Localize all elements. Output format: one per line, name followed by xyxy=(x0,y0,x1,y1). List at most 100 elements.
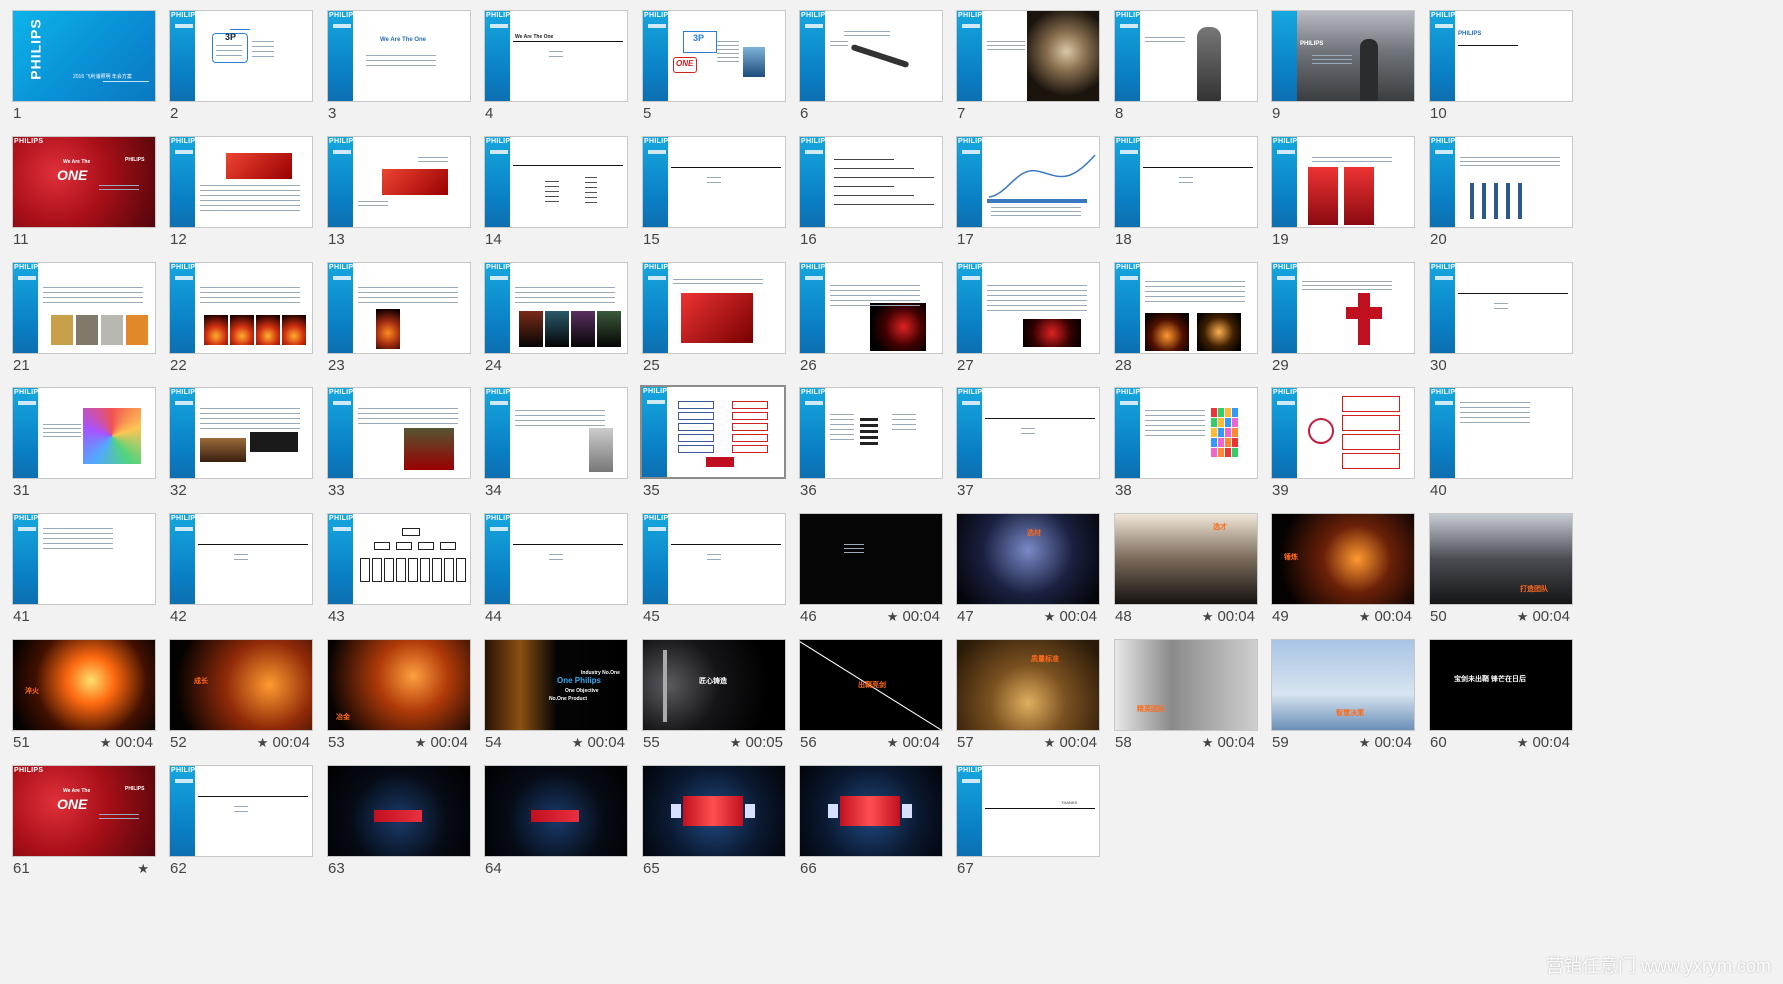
slide-preview[interactable]: PHILIPS 2016 飞利浦照明 年会方案 xyxy=(12,10,156,102)
slide-thumbnail-3[interactable]: PHILIPS We Are The One 3 xyxy=(327,10,471,134)
slide-preview[interactable]: PHILIPS xyxy=(1271,136,1415,228)
slide-preview[interactable]: PHILIPS xyxy=(484,387,628,479)
slide-thumbnail-20[interactable]: PHILIPS 20 xyxy=(1429,136,1573,260)
slide-preview[interactable]: PHILIPS xyxy=(327,136,471,228)
slide-preview[interactable]: 选才 xyxy=(1114,513,1258,605)
slide-thumbnail-59[interactable]: 智慧决策 59 ★ 00:04 xyxy=(1271,639,1415,763)
slide-preview[interactable]: PHILIPS xyxy=(1271,262,1415,354)
slide-preview[interactable]: 淬火 xyxy=(12,639,156,731)
slide-thumbnail-28[interactable]: PHILIPS 28 xyxy=(1114,262,1258,386)
slide-thumbnail-55[interactable]: 匠心铸造 55 ★ 00:05 xyxy=(642,639,786,763)
slide-preview[interactable] xyxy=(799,765,943,857)
slide-thumbnail-10[interactable]: PHILIPS PHILIPS 10 xyxy=(1429,10,1573,134)
slide-thumbnail-56[interactable]: 出鞘亮剑 56 ★ 00:04 xyxy=(799,639,943,763)
slide-thumbnail-40[interactable]: PHILIPS 40 xyxy=(1429,387,1573,511)
slide-thumbnail-30[interactable]: PHILIPS 30 xyxy=(1429,262,1573,386)
slide-preview[interactable]: PHILIPS xyxy=(1114,10,1258,102)
slide-preview[interactable]: PHILIPS xyxy=(1114,262,1258,354)
slide-preview[interactable]: PHILIPS xyxy=(799,262,943,354)
slide-thumbnail-15[interactable]: PHILIPS 15 xyxy=(642,136,786,260)
slide-thumbnail-42[interactable]: PHILIPS 42 xyxy=(169,513,313,637)
slide-thumbnail-64[interactable]: 64 xyxy=(484,765,628,889)
slide-thumbnail-43[interactable]: PHILIPS 43 xyxy=(327,513,471,637)
slide-preview[interactable]: PHILIPS PHILIPS xyxy=(1429,10,1573,102)
slide-preview[interactable]: PHILIPS xyxy=(1429,262,1573,354)
slide-preview[interactable]: 打造团队 xyxy=(1429,513,1573,605)
slide-preview[interactable]: PHILIPS xyxy=(484,262,628,354)
slide-preview[interactable]: PHILIPS xyxy=(799,10,943,102)
slide-preview[interactable]: PHILIPS xyxy=(642,262,786,354)
slide-thumbnail-34[interactable]: PHILIPS 34 xyxy=(484,387,628,511)
slide-preview[interactable]: PHILIPS THANKS xyxy=(956,765,1100,857)
slide-thumbnail-26[interactable]: PHILIPS 26 xyxy=(799,262,943,386)
slide-preview[interactable]: PHILIPS xyxy=(169,765,313,857)
slide-thumbnail-8[interactable]: PHILIPS 8 xyxy=(1114,10,1258,134)
slide-preview[interactable]: PHILIPS xyxy=(169,136,313,228)
slide-preview[interactable]: Industry No.One One Philips One Objective N… xyxy=(484,639,628,731)
slide-preview[interactable] xyxy=(642,765,786,857)
slide-preview[interactable]: PHILIPS xyxy=(1429,387,1573,479)
slide-thumbnail-60[interactable]: 宝剑未出鞘 锋芒在日后 60 ★ 00:04 xyxy=(1429,639,1573,763)
slide-thumbnail-48[interactable]: 选才 48 ★ 00:04 xyxy=(1114,513,1258,637)
slide-thumbnail-19[interactable]: PHILIPS 19 xyxy=(1271,136,1415,260)
slide-preview[interactable]: PHILIPS We Are The One xyxy=(484,10,628,102)
slide-thumbnail-51[interactable]: 淬火 51 ★ 00:04 xyxy=(12,639,156,763)
slide-thumbnail-39[interactable]: PHILIPS 39 xyxy=(1271,387,1415,511)
slide-thumbnail-36[interactable]: PHILIPS 36 xyxy=(799,387,943,511)
slide-preview[interactable]: PHILIPS xyxy=(12,513,156,605)
slide-preview[interactable]: 匠心铸造 xyxy=(642,639,786,731)
slide-preview[interactable]: PHILIPS xyxy=(484,513,628,605)
slide-thumbnail-4[interactable]: PHILIPS We Are The One 4 xyxy=(484,10,628,134)
slide-thumbnail-37[interactable]: PHILIPS 37 xyxy=(956,387,1100,511)
slide-thumbnail-9[interactable]: PHILIPS 9 xyxy=(1271,10,1415,134)
slide-thumbnail-2[interactable]: PHILIPS 3P 2 xyxy=(169,10,313,134)
slide-preview[interactable]: PHILIPS xyxy=(1271,387,1415,479)
slide-preview[interactable]: 智慧决策 xyxy=(1271,639,1415,731)
slide-preview[interactable]: PHILIPS xyxy=(799,136,943,228)
slide-thumbnail-5[interactable]: PHILIPS 3P ONE 5 xyxy=(642,10,786,134)
slide-preview[interactable]: PHILIPS xyxy=(169,262,313,354)
slide-preview[interactable]: PHILIPS xyxy=(1114,136,1258,228)
slide-thumbnail-54[interactable]: Industry No.One One Philips One Objective N… xyxy=(484,639,628,763)
slide-preview[interactable] xyxy=(484,765,628,857)
slide-thumbnail-25[interactable]: PHILIPS 25 xyxy=(642,262,786,386)
slide-preview[interactable]: PHILIPS We Are The ONE PHILIPS xyxy=(12,136,156,228)
slide-preview[interactable]: PHILIPS xyxy=(956,387,1100,479)
slide-thumbnail-49[interactable]: 锤炼 49 ★ 00:04 xyxy=(1271,513,1415,637)
slide-preview[interactable]: PHILIPS xyxy=(484,136,628,228)
slide-thumbnail-11[interactable]: PHILIPS We Are The ONE PHILIPS 11 xyxy=(12,136,156,260)
slide-thumbnail-29[interactable]: PHILIPS 29 xyxy=(1271,262,1415,386)
slide-preview[interactable]: PHILIPS xyxy=(169,513,313,605)
slide-preview[interactable]: PHILIPS xyxy=(1271,10,1415,102)
slide-thumbnail-63[interactable]: 63 xyxy=(327,765,471,889)
slide-thumbnail-13[interactable]: PHILIPS 13 xyxy=(327,136,471,260)
slide-preview[interactable]: 宝剑未出鞘 锋芒在日后 xyxy=(1429,639,1573,731)
slide-thumbnail-44[interactable]: PHILIPS 44 xyxy=(484,513,628,637)
slide-thumbnail-57[interactable]: 质量标准 57 ★ 00:04 xyxy=(956,639,1100,763)
slide-preview[interactable]: PHILIPS xyxy=(169,387,313,479)
slide-thumbnail-27[interactable]: PHILIPS 27 xyxy=(956,262,1100,386)
slide-thumbnail-50[interactable]: 打造团队 50 ★ 00:04 xyxy=(1429,513,1573,637)
slide-preview[interactable]: PHILIPS We Are The One xyxy=(327,10,471,102)
slide-thumbnail-17[interactable]: PHILIPS 17 xyxy=(956,136,1100,260)
slide-thumbnail-65[interactable]: 65 xyxy=(642,765,786,889)
slide-thumbnail-31[interactable]: PHILIPS 31 xyxy=(12,387,156,511)
slide-thumbnail-22[interactable]: PHILIPS 22 xyxy=(169,262,313,386)
slide-preview[interactable]: PHILIPS xyxy=(1429,136,1573,228)
slide-preview[interactable]: PHILIPS xyxy=(12,262,156,354)
slide-preview[interactable]: 成长 xyxy=(169,639,313,731)
slide-preview[interactable]: 出鞘亮剑 xyxy=(799,639,943,731)
slide-preview[interactable]: 锤炼 xyxy=(1271,513,1415,605)
slide-preview[interactable]: PHILIPS xyxy=(327,513,471,605)
slide-thumbnail-23[interactable]: PHILIPS 23 xyxy=(327,262,471,386)
slide-thumbnail-18[interactable]: PHILIPS 18 xyxy=(1114,136,1258,260)
slide-preview[interactable]: PHILIPS 3P ONE xyxy=(642,10,786,102)
slide-thumbnail-46[interactable]: 46 ★ 00:04 xyxy=(799,513,943,637)
slide-preview[interactable]: 选材 xyxy=(956,513,1100,605)
slide-thumbnail-32[interactable]: PHILIPS 32 xyxy=(169,387,313,511)
slide-thumbnail-67[interactable]: PHILIPS THANKS 67 xyxy=(956,765,1100,889)
slide-thumbnail-14[interactable]: PHILIPS 14 xyxy=(484,136,628,260)
slide-thumbnail-33[interactable]: PHILIPS 33 xyxy=(327,387,471,511)
slide-thumbnail-16[interactable]: PHILIPS 16 xyxy=(799,136,943,260)
slide-preview[interactable]: 冶金 xyxy=(327,639,471,731)
